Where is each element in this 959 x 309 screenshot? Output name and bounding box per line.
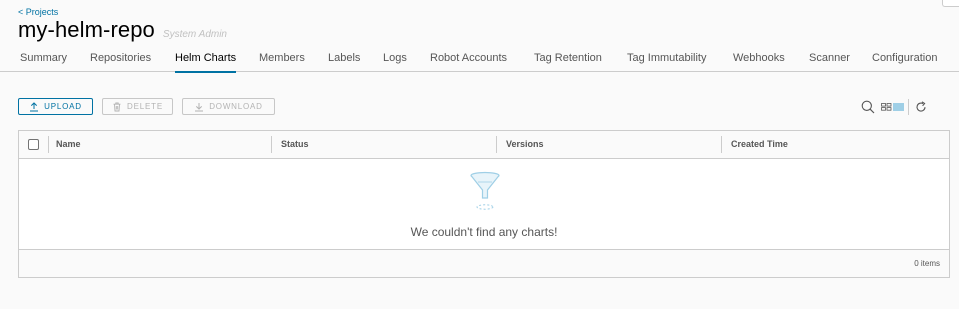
toolbar-divider xyxy=(908,99,909,115)
column-header-versions[interactable]: Versions xyxy=(499,131,544,158)
column-header-created-time[interactable]: Created Time xyxy=(724,131,788,158)
grid-tools xyxy=(861,99,927,115)
search-icon[interactable] xyxy=(861,100,875,114)
filter-icon xyxy=(468,171,502,216)
tab-tag-retention[interactable]: Tag Retention xyxy=(534,45,602,71)
tab-summary[interactable]: Summary xyxy=(20,45,67,71)
tab-helm-charts[interactable]: Helm Charts xyxy=(175,45,237,73)
tab-tag-immutability[interactable]: Tag Immutability xyxy=(627,45,706,71)
trash-icon xyxy=(112,102,122,112)
select-all-checkbox[interactable] xyxy=(28,139,39,150)
column-divider xyxy=(271,136,272,153)
charts-table: Name Status Versions Created Time We cou… xyxy=(18,130,950,278)
page-title: my-helm-repo xyxy=(18,17,155,42)
download-icon xyxy=(194,102,204,112)
download-button[interactable]: DOWNLOAD xyxy=(182,98,275,115)
tab-members[interactable]: Members xyxy=(259,45,305,71)
column-divider xyxy=(721,136,722,153)
download-button-label: DOWNLOAD xyxy=(209,102,263,111)
tab-repositories[interactable]: Repositories xyxy=(90,45,151,71)
tab-robot-accounts[interactable]: Robot Accounts xyxy=(430,45,507,71)
list-view-icon[interactable] xyxy=(893,103,904,111)
column-header-name[interactable]: Name xyxy=(49,131,81,158)
column-header-status[interactable]: Status xyxy=(274,131,309,158)
item-count: 0 items xyxy=(914,259,940,268)
tab-scanner[interactable]: Scanner xyxy=(809,45,850,71)
empty-message: We couldn't find any charts! xyxy=(410,225,558,239)
tab-labels[interactable]: Labels xyxy=(328,45,360,71)
tab-logs[interactable]: Logs xyxy=(383,45,407,71)
empty-state: We couldn't find any charts! xyxy=(19,159,949,249)
tab-webhooks[interactable]: Webhooks xyxy=(733,45,785,71)
upload-button[interactable]: UPLOAD xyxy=(18,98,93,115)
project-tabs: Summary Repositories Helm Charts Members… xyxy=(0,45,959,73)
window-corner xyxy=(942,0,959,7)
table-footer: 0 items xyxy=(19,249,949,277)
refresh-icon[interactable] xyxy=(915,101,927,113)
role-label: System Admin xyxy=(162,29,227,40)
column-divider xyxy=(496,136,497,153)
table-header: Name Status Versions Created Time xyxy=(19,131,949,159)
delete-button-label: DELETE xyxy=(127,102,163,111)
delete-button[interactable]: DELETE xyxy=(102,98,173,115)
upload-button-label: UPLOAD xyxy=(44,102,82,111)
card-view-icon[interactable] xyxy=(881,103,892,111)
tab-configuration[interactable]: Configuration xyxy=(872,45,937,71)
page-header: my-helm-repo System Admin xyxy=(18,17,227,43)
upload-icon xyxy=(29,101,39,112)
back-to-projects-link[interactable]: < Projects xyxy=(18,7,58,17)
